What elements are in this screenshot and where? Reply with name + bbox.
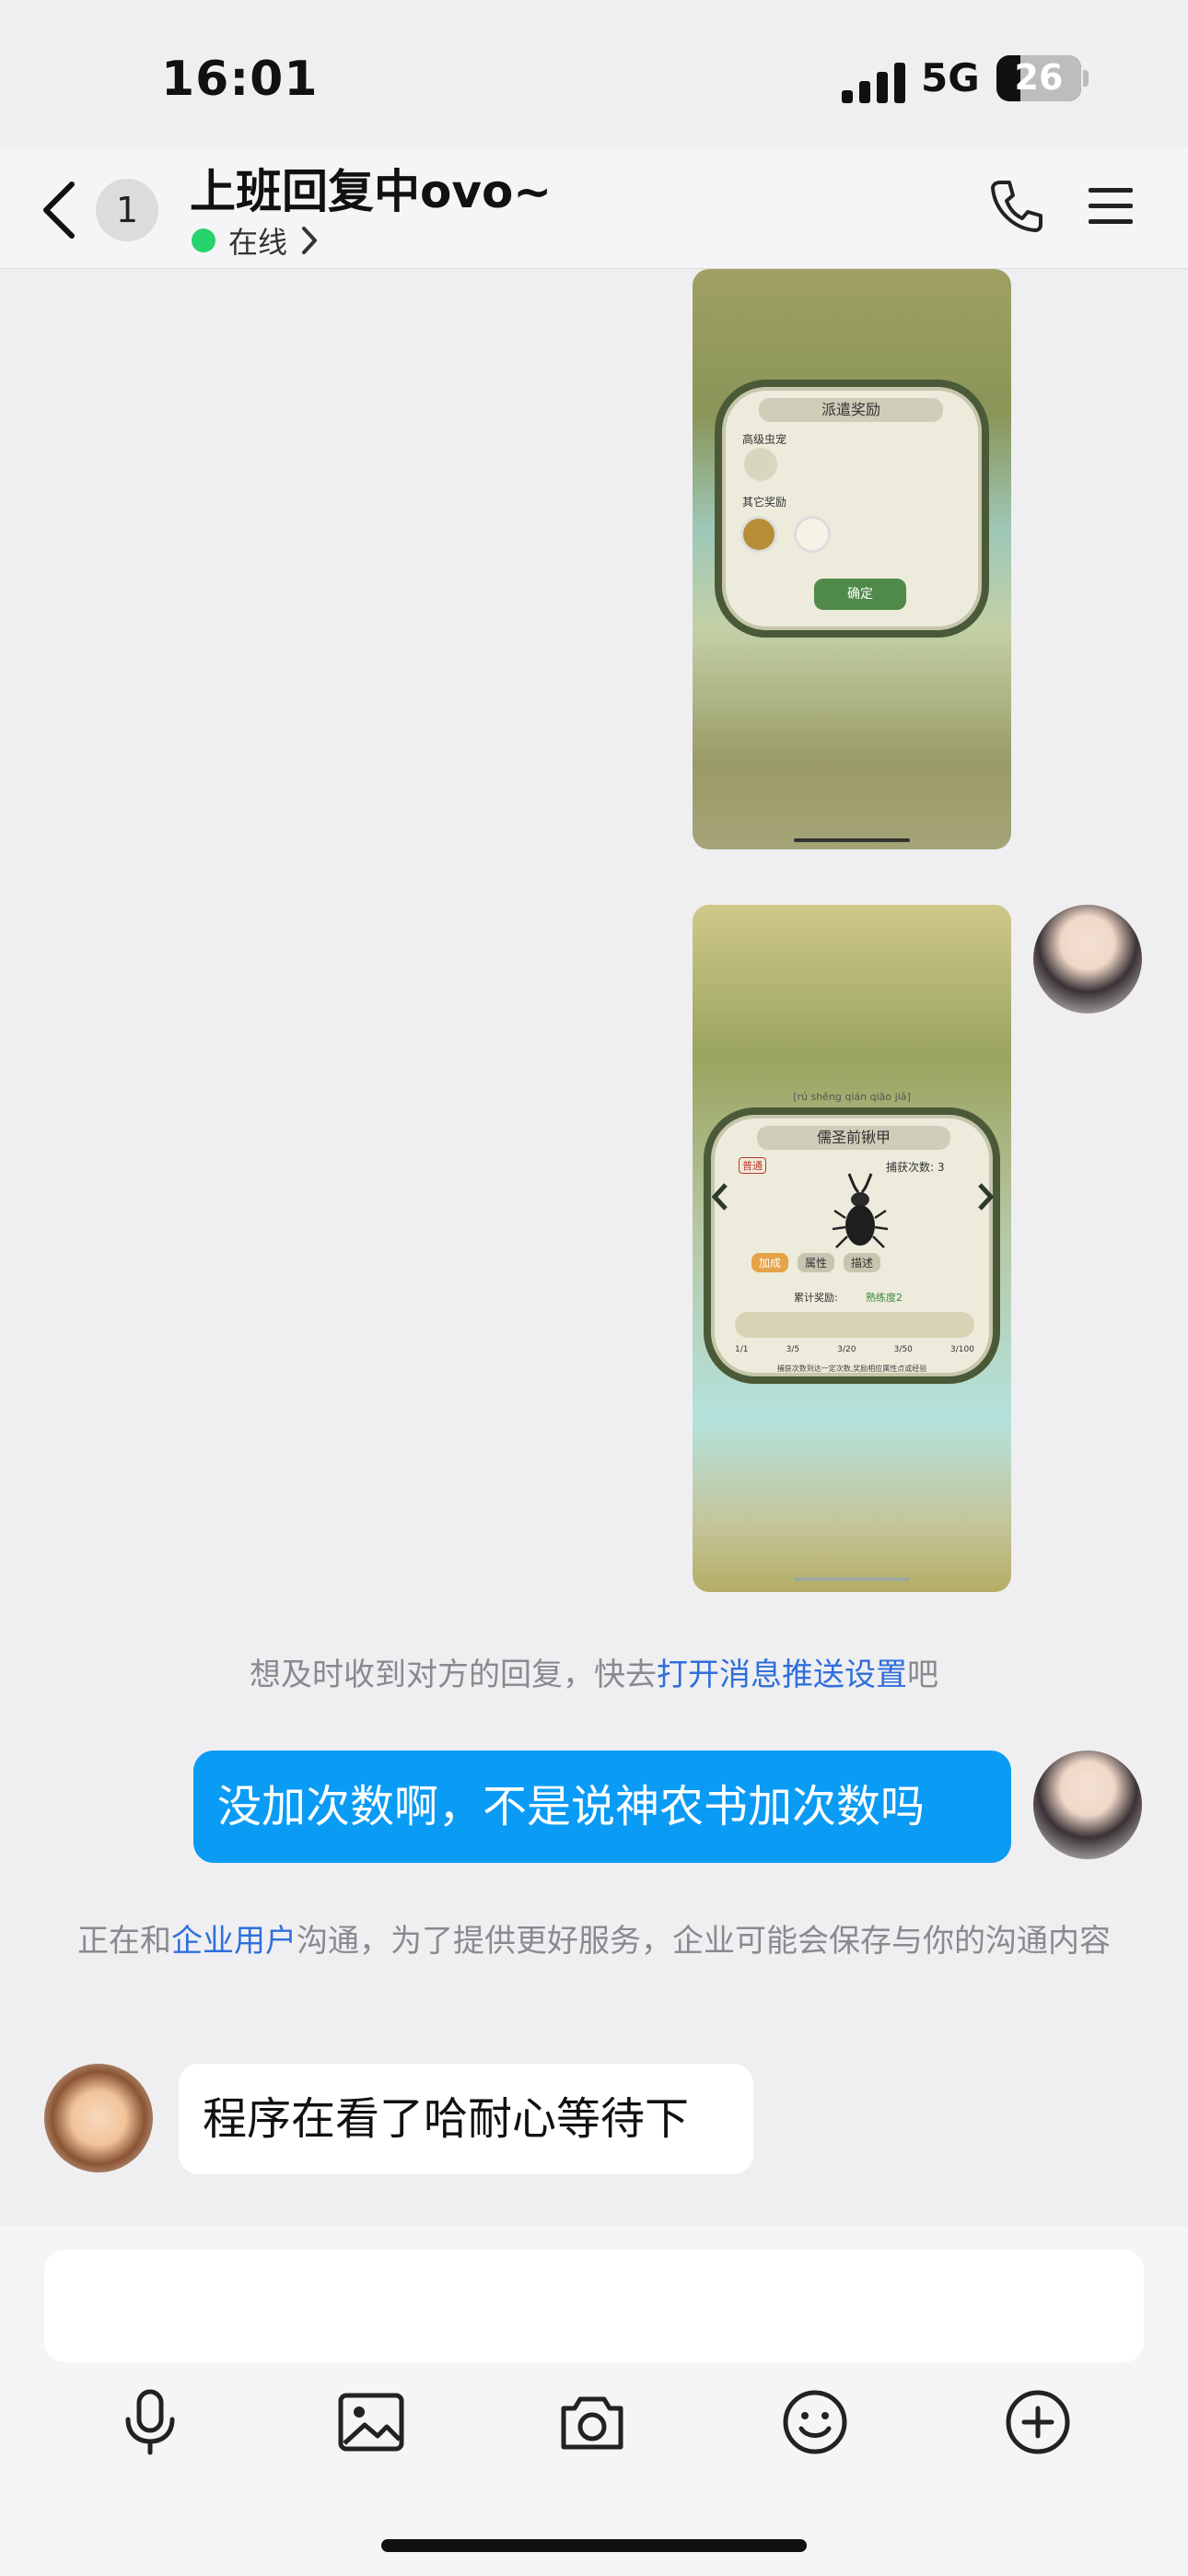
coin-reward-icon bbox=[740, 516, 777, 553]
game-reward-panel: 派遣奖励 高级虫宠 其它奖励 确定 bbox=[715, 380, 989, 638]
reward-label: 累计奖励: bbox=[794, 1292, 838, 1304]
panel-title: 儒圣前锹甲 bbox=[757, 1126, 950, 1150]
microphone-icon[interactable] bbox=[114, 2386, 186, 2458]
milestone-label: 3/20 bbox=[837, 1345, 856, 1354]
camera-icon[interactable] bbox=[556, 2386, 628, 2458]
unread-count-badge[interactable]: 1 bbox=[96, 179, 158, 241]
my-avatar[interactable] bbox=[1033, 1751, 1142, 1859]
tab-description: 描述 bbox=[844, 1253, 881, 1272]
plus-icon[interactable] bbox=[1002, 2386, 1074, 2458]
notice-text: 正在和 bbox=[77, 1923, 171, 1960]
home-indicator[interactable] bbox=[381, 2539, 807, 2552]
rice-reward-icon bbox=[794, 516, 831, 553]
image-message[interactable]: [rú shēng qián qiāo jiǎ] 儒圣前锹甲 普通 捕获次数: … bbox=[693, 905, 1011, 1592]
battery-tip bbox=[1083, 70, 1089, 87]
panel-hint: 捕获次数到达一定次数,奖励相应属性点或经验 bbox=[776, 1364, 927, 1373]
online-status-dot bbox=[192, 228, 215, 252]
chevron-right-icon[interactable] bbox=[300, 225, 320, 256]
push-settings-link[interactable]: 打开消息推送设置 bbox=[657, 1657, 907, 1693]
contact-name[interactable]: 上班回复中ovo~ bbox=[190, 155, 552, 221]
pinyin-label: [rú shēng qián qiāo jiǎ] bbox=[793, 1091, 911, 1103]
image-icon[interactable] bbox=[335, 2386, 407, 2458]
signal-icon bbox=[842, 63, 905, 103]
milestone-track bbox=[735, 1312, 974, 1338]
milestone-label: 3/5 bbox=[786, 1345, 800, 1354]
chevron-right-icon bbox=[978, 1183, 995, 1211]
beetle-reward-icon bbox=[744, 448, 777, 481]
notice-text: 吧 bbox=[907, 1657, 938, 1693]
battery-level: 26 bbox=[1014, 57, 1064, 98]
outgoing-message-bubble[interactable]: 没加次数啊，不是说神农书加次数吗 bbox=[193, 1751, 1011, 1863]
incoming-message-bubble[interactable]: 程序在看了哈耐心等待下 bbox=[179, 2064, 753, 2174]
phone-call-icon[interactable] bbox=[987, 177, 1046, 236]
notice-text: 想及时收到对方的回复，快去 bbox=[250, 1657, 657, 1693]
system-notice-push: 想及时收到对方的回复，快去打开消息推送设置吧 bbox=[0, 1649, 1188, 1694]
battery-icon: 26 bbox=[996, 55, 1081, 101]
message-input[interactable] bbox=[44, 2250, 1144, 2362]
notice-text: 沟通，为了提供更好服务，企业可能会保存与你的沟通内容 bbox=[297, 1923, 1111, 1960]
my-avatar[interactable] bbox=[1033, 905, 1142, 1013]
screenshot-home-indicator bbox=[794, 838, 910, 842]
tab-attributes: 属性 bbox=[798, 1253, 835, 1272]
beetle-icon bbox=[833, 1173, 888, 1248]
back-chevron-icon[interactable] bbox=[37, 181, 83, 240]
network-label: 5G bbox=[921, 55, 980, 100]
milestones: 1/1 3/5 3/20 3/50 3/100 bbox=[735, 1345, 974, 1354]
reward-value: 熟练度2 bbox=[866, 1292, 903, 1304]
status-time: 16:01 bbox=[161, 52, 319, 107]
capture-count: 捕获次数: 3 bbox=[886, 1161, 945, 1174]
tab-bonus: 加成 bbox=[751, 1253, 789, 1272]
panel-tabs: 加成 属性 描述 bbox=[751, 1253, 954, 1272]
menu-icon[interactable] bbox=[1087, 184, 1135, 228]
milestone-label: 1/1 bbox=[735, 1345, 749, 1354]
game-beetle-panel: [rú shēng qián qiāo jiǎ] 儒圣前锹甲 普通 捕获次数: … bbox=[704, 1091, 1000, 1384]
chevron-left-icon bbox=[711, 1183, 728, 1211]
panel-title: 派遣奖励 bbox=[759, 398, 943, 422]
enterprise-user-link[interactable]: 企业用户 bbox=[171, 1923, 297, 1960]
milestone-label: 3/100 bbox=[950, 1345, 974, 1354]
system-notice-enterprise: 正在和企业用户沟通，为了提供更好服务，企业可能会保存与你的沟通内容 bbox=[64, 1920, 1124, 1962]
milestone-label: 3/50 bbox=[893, 1345, 913, 1354]
rarity-tag: 普通 bbox=[739, 1157, 766, 1174]
panel-label: 其它奖励 bbox=[742, 496, 787, 509]
online-status-text[interactable]: 在线 bbox=[228, 219, 287, 262]
emoji-icon[interactable] bbox=[779, 2386, 851, 2458]
confirm-button: 确定 bbox=[814, 579, 906, 610]
image-message[interactable]: 派遣奖励 高级虫宠 其它奖励 确定 bbox=[693, 269, 1011, 849]
panel-label: 高级虫宠 bbox=[742, 433, 787, 446]
contact-avatar[interactable] bbox=[44, 2064, 153, 2172]
screenshot-home-indicator bbox=[794, 1577, 910, 1581]
